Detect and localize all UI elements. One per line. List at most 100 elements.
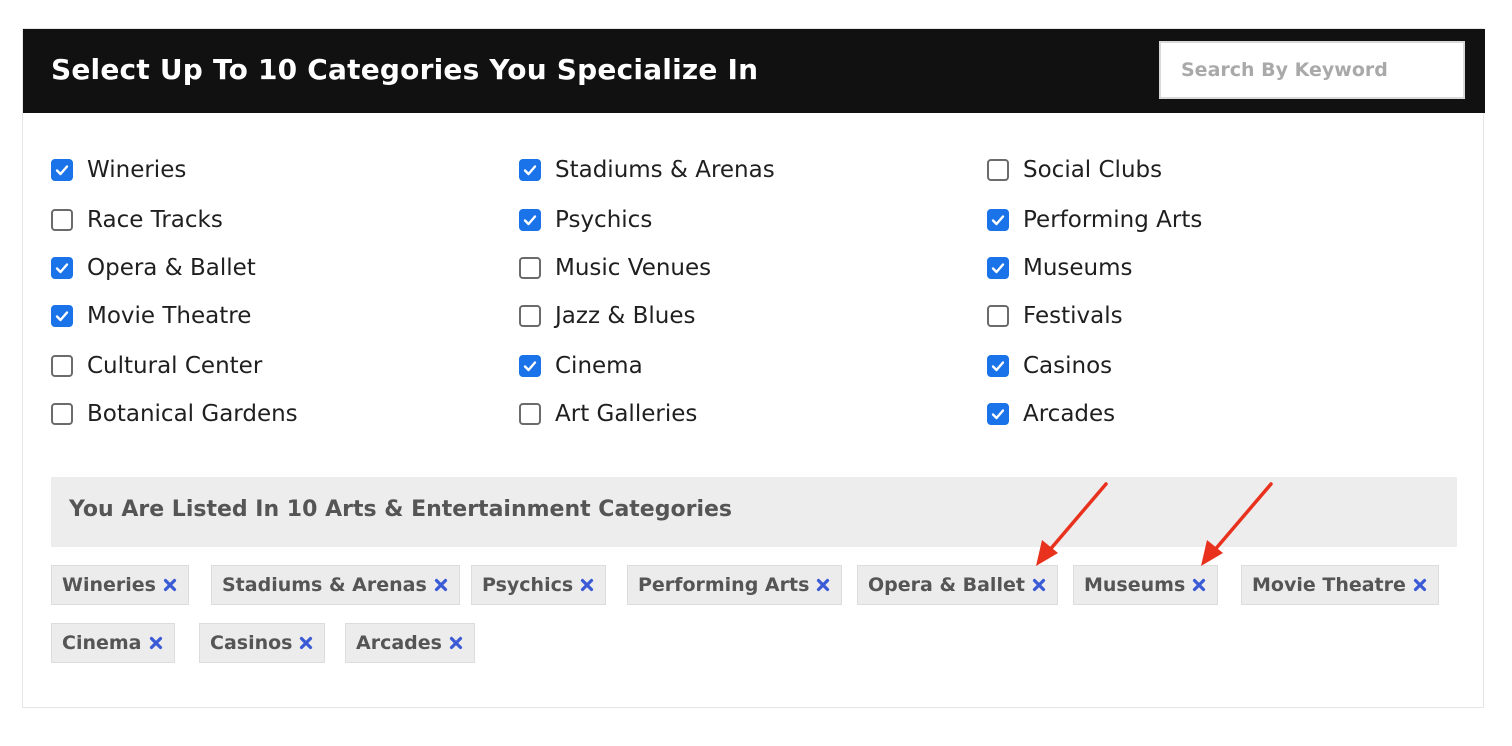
checkbox[interactable]: [519, 209, 541, 231]
close-x-icon[interactable]: [815, 577, 831, 593]
selected-tags-list: Wineries Stadiums & Arenas Psychics Perf…: [51, 565, 1457, 695]
checkbox[interactable]: [519, 305, 541, 327]
category-label: Botanical Gardens: [87, 401, 298, 427]
selected-tag: Movie Theatre: [1241, 565, 1439, 605]
category-label: Psychics: [555, 207, 653, 233]
category-checkbox-cultural-center[interactable]: Cultural Center: [51, 348, 262, 384]
category-checkbox-cinema[interactable]: Cinema: [519, 348, 643, 384]
selected-tag: Performing Arts: [627, 565, 843, 605]
selected-tag: Cinema: [51, 623, 175, 663]
category-checkbox-art-galleries[interactable]: Art Galleries: [519, 396, 697, 432]
tag-label: Movie Theatre: [1252, 574, 1406, 596]
selected-tag: Arcades: [345, 623, 475, 663]
selected-tag: Wineries: [51, 565, 189, 605]
checkmark-icon: [55, 263, 69, 274]
tag-label: Stadiums & Arenas: [222, 574, 427, 596]
category-checkbox-music-venues[interactable]: Music Venues: [519, 250, 711, 286]
category-label: Cinema: [555, 353, 643, 379]
category-checkbox-performing-arts[interactable]: Performing Arts: [987, 202, 1202, 238]
checkmark-icon: [991, 361, 1005, 372]
close-x-icon[interactable]: [1191, 577, 1207, 593]
tag-label: Performing Arts: [638, 574, 810, 596]
checkbox[interactable]: [987, 403, 1009, 425]
checkbox[interactable]: [987, 159, 1009, 181]
close-x-icon[interactable]: [1412, 577, 1428, 593]
checkbox[interactable]: [51, 403, 73, 425]
category-checkbox-festivals[interactable]: Festivals: [987, 298, 1123, 334]
checkbox[interactable]: [51, 159, 73, 181]
category-checkbox-stadiums-arenas[interactable]: Stadiums & Arenas: [519, 152, 775, 188]
close-x-icon[interactable]: [298, 635, 314, 651]
category-checkbox-wineries[interactable]: Wineries: [51, 152, 186, 188]
category-checkbox-social-clubs[interactable]: Social Clubs: [987, 152, 1162, 188]
category-selector-panel: Select Up To 10 Categories You Specializ…: [22, 28, 1485, 708]
tag-label: Opera & Ballet: [868, 574, 1025, 596]
category-label: Performing Arts: [1023, 207, 1203, 233]
tag-label: Arcades: [356, 632, 442, 654]
category-checkbox-race-tracks[interactable]: Race Tracks: [51, 202, 223, 238]
checkmark-icon: [55, 165, 69, 176]
close-x-icon[interactable]: [448, 635, 464, 651]
category-label: Casinos: [1023, 353, 1113, 379]
header-bar: Select Up To 10 Categories You Specializ…: [23, 29, 1485, 113]
category-label: Festivals: [1023, 303, 1123, 329]
checkbox[interactable]: [519, 355, 541, 377]
category-checkbox-jazz-blues[interactable]: Jazz & Blues: [519, 298, 695, 334]
selection-summary-text: You Are Listed In 10 Arts & Entertainmen…: [69, 497, 732, 522]
category-label: Music Venues: [555, 255, 712, 281]
checkbox[interactable]: [987, 257, 1009, 279]
checkbox[interactable]: [51, 209, 73, 231]
checkmark-icon: [991, 215, 1005, 226]
checkmark-icon: [523, 165, 537, 176]
tag-label: Psychics: [482, 574, 574, 596]
selected-tag: Casinos: [199, 623, 326, 663]
checkbox[interactable]: [51, 305, 73, 327]
checkbox[interactable]: [987, 305, 1009, 327]
page-title: Select Up To 10 Categories You Specializ…: [51, 53, 759, 86]
category-label: Museums: [1023, 255, 1133, 281]
close-x-icon[interactable]: [579, 577, 595, 593]
checkbox[interactable]: [519, 159, 541, 181]
checkbox[interactable]: [519, 257, 541, 279]
checkmark-icon: [991, 263, 1005, 274]
checkbox[interactable]: [519, 403, 541, 425]
category-label: Art Galleries: [555, 401, 698, 427]
category-checkbox-botanical-gardens[interactable]: Botanical Gardens: [51, 396, 298, 432]
category-label: Race Tracks: [87, 207, 223, 233]
category-checkbox-opera-ballet[interactable]: Opera & Ballet: [51, 250, 256, 286]
selected-tag: Stadiums & Arenas: [211, 565, 460, 605]
search-input[interactable]: [1159, 41, 1465, 99]
checkmark-icon: [991, 409, 1005, 420]
category-checkbox-psychics[interactable]: Psychics: [519, 202, 652, 238]
selected-tag: Opera & Ballet: [857, 565, 1058, 605]
category-checkbox-museums[interactable]: Museums: [987, 250, 1133, 286]
close-x-icon[interactable]: [162, 577, 178, 593]
tag-label: Cinema: [62, 632, 142, 654]
category-label: Movie Theatre: [87, 303, 252, 329]
checkbox[interactable]: [987, 355, 1009, 377]
selected-tag: Museums: [1073, 565, 1219, 605]
tag-label: Casinos: [210, 632, 293, 654]
close-x-icon[interactable]: [433, 577, 449, 593]
category-label: Stadiums & Arenas: [555, 157, 775, 183]
tag-label: Wineries: [62, 574, 156, 596]
category-label: Cultural Center: [87, 353, 263, 379]
checkmark-icon: [55, 311, 69, 322]
category-label: Opera & Ballet: [87, 255, 256, 281]
category-checkbox-grid: Wineries Race Tracks Opera & Ballet Movi…: [51, 147, 1471, 447]
checkmark-icon: [523, 215, 537, 226]
checkbox[interactable]: [51, 257, 73, 279]
checkbox[interactable]: [987, 209, 1009, 231]
close-x-icon[interactable]: [1031, 577, 1047, 593]
category-checkbox-casinos[interactable]: Casinos: [987, 348, 1112, 384]
category-checkbox-movie-theatre[interactable]: Movie Theatre: [51, 298, 251, 334]
category-checkbox-arcades[interactable]: Arcades: [987, 396, 1115, 432]
selection-summary-bar: You Are Listed In 10 Arts & Entertainmen…: [51, 477, 1457, 547]
checkbox[interactable]: [51, 355, 73, 377]
checkmark-icon: [523, 361, 537, 372]
close-x-icon[interactable]: [148, 635, 164, 651]
category-label: Wineries: [87, 157, 187, 183]
category-label: Social Clubs: [1023, 157, 1163, 183]
tag-label: Museums: [1084, 574, 1186, 596]
category-label: Arcades: [1023, 401, 1116, 427]
